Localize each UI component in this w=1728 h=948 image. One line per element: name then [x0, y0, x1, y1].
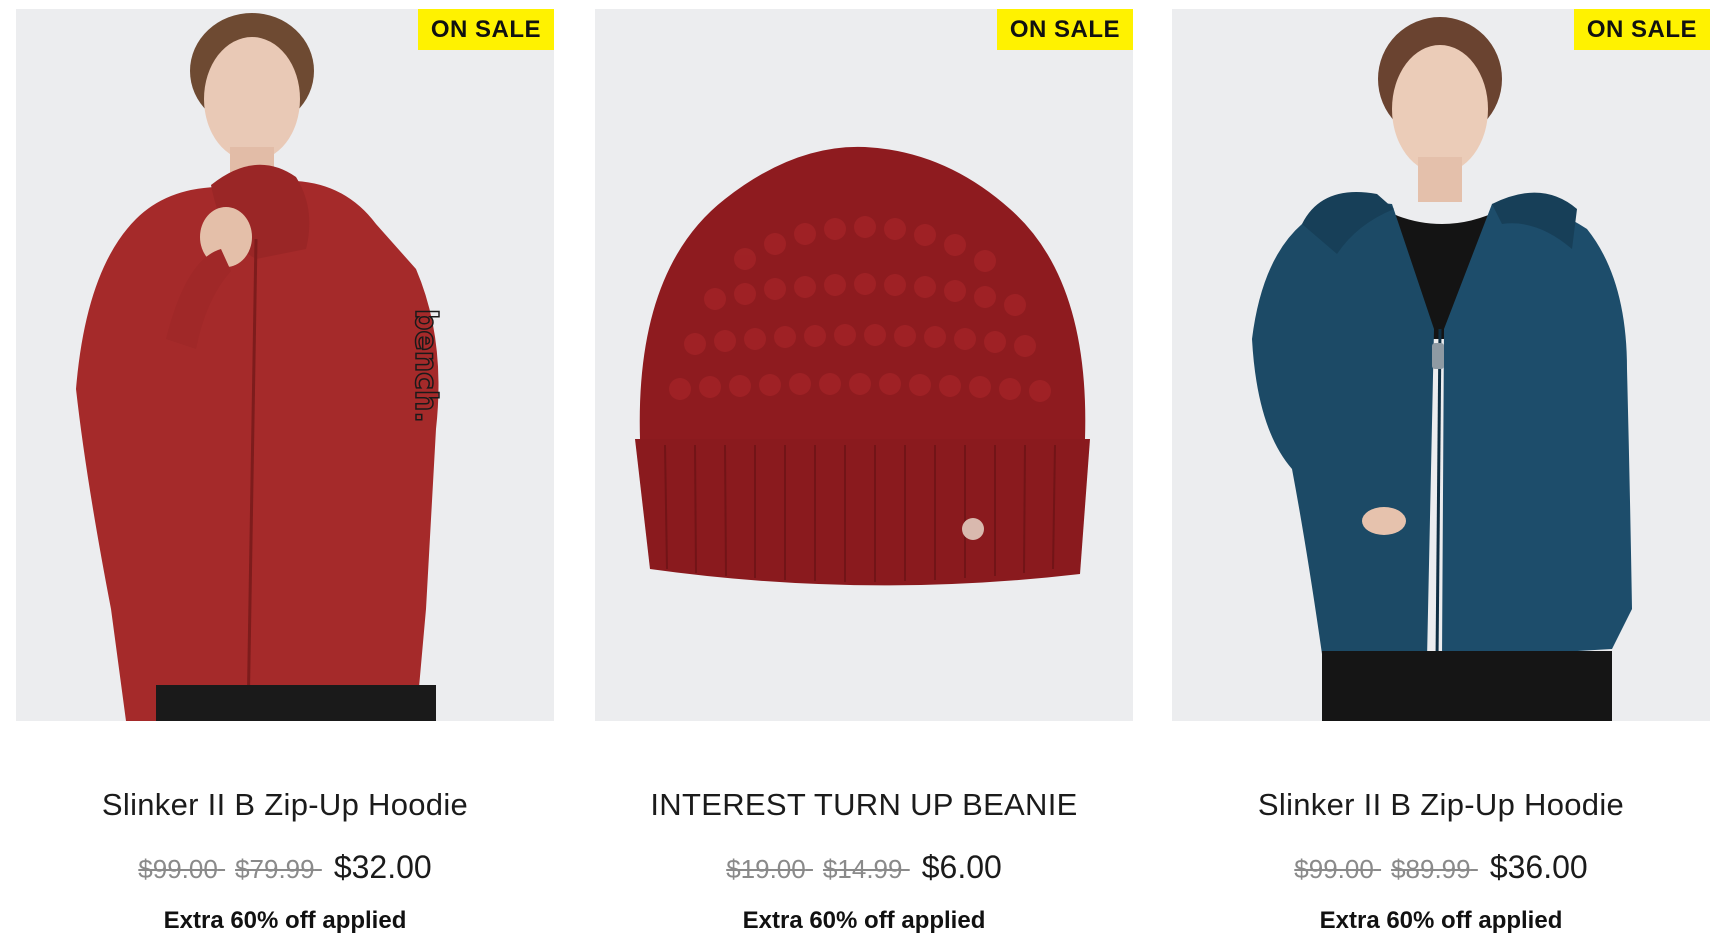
- on-sale-badge: ON SALE: [996, 9, 1133, 50]
- product-image-teal-hoodie[interactable]: ON SALE: [1172, 9, 1710, 721]
- sale-price: $36.00: [1489, 849, 1588, 885]
- promo-text: Extra 60% off applied: [1319, 907, 1563, 934]
- product-card[interactable]: bench. ON SALE Slinker II B Zip-Up Hoodi…: [16, 9, 554, 939]
- price-row: $99.00 $89.99 $36.00: [1172, 849, 1710, 886]
- original-price: $99.00: [138, 854, 218, 884]
- promo-text: Extra 60% off applied: [163, 907, 407, 934]
- product-title[interactable]: Slinker II B Zip-Up Hoodie: [1172, 787, 1710, 823]
- product-title[interactable]: INTEREST TURN UP BEANIE: [595, 787, 1133, 823]
- price-row: $19.00 $14.99 $6.00: [595, 849, 1133, 886]
- original-price: $99.00: [1294, 854, 1374, 884]
- sale-price: $32.00: [333, 849, 432, 885]
- product-card[interactable]: ON SALE Slinker II B Zip-Up Hoodie $99.0…: [1172, 9, 1710, 939]
- product-card[interactable]: ON SALE INTEREST TURN UP BEANIE $19.00 $…: [595, 9, 1133, 939]
- on-sale-badge: ON SALE: [1573, 9, 1710, 50]
- price-row: $99.00 $79.99 $32.00: [16, 849, 554, 886]
- beanie-photo: [595, 9, 1133, 721]
- red-hoodie-photo: bench.: [16, 9, 554, 721]
- sale-price: $6.00: [921, 849, 1002, 885]
- teal-hoodie-photo: [1172, 9, 1710, 721]
- product-title[interactable]: Slinker II B Zip-Up Hoodie: [16, 787, 554, 823]
- on-sale-badge: ON SALE: [417, 9, 554, 50]
- product-grid: bench. ON SALE Slinker II B Zip-Up Hoodi…: [0, 0, 1728, 948]
- promo-text: Extra 60% off applied: [742, 907, 986, 934]
- previous-price: $79.99: [235, 854, 315, 884]
- original-price: $19.00: [726, 854, 806, 884]
- previous-price: $89.99: [1391, 854, 1471, 884]
- product-image-beanie[interactable]: ON SALE: [595, 9, 1133, 721]
- product-image-red-hoodie[interactable]: bench. ON SALE: [16, 9, 554, 721]
- previous-price: $14.99: [822, 854, 903, 884]
- svg-text:bench.: bench.: [408, 309, 443, 423]
